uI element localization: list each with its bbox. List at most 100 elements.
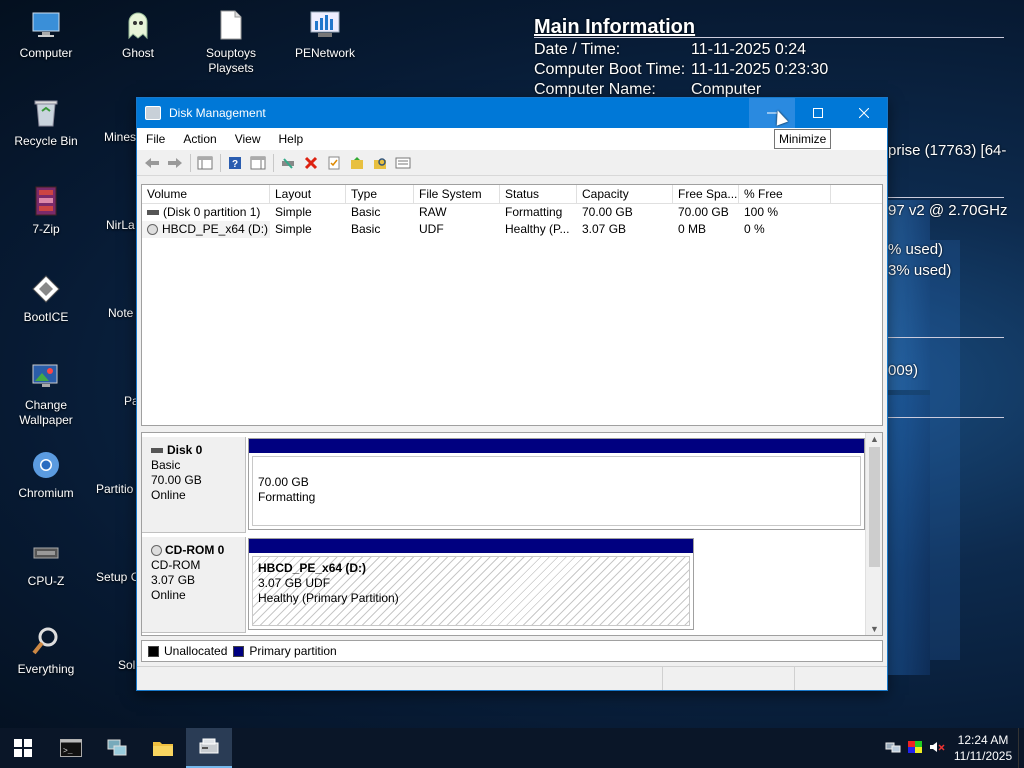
volume-muted-icon[interactable] [926,740,948,757]
bootice-icon [29,272,63,306]
column-header-layout[interactable]: Layout [270,185,346,203]
column-header-status[interactable]: Status [500,185,577,203]
scrollbar-thumb[interactable] [869,447,880,567]
desktop-icon-computer[interactable]: Computer [4,8,88,61]
show-desktop-button[interactable] [1018,728,1024,768]
list-view-icon[interactable] [392,152,414,174]
type-cell: Basic [351,222,381,236]
type-cell: Basic [351,205,381,219]
bginfo-fragment: prise (17763) [64- [888,142,1007,159]
explore-icon[interactable] [369,152,391,174]
disk-name-text: CD-ROM 0 [165,543,225,557]
desktop-icon-label: PENetwork [294,46,356,60]
wallpaper-icon [29,360,63,394]
layout-cell: Simple [275,222,312,236]
disk-management-window[interactable]: Disk Management File Action View Help ? [136,97,888,691]
close-button[interactable] [841,98,887,128]
desktop-icon-penetwork[interactable]: PENetwork [283,8,367,61]
disk-type: Basic [151,458,181,472]
disk-row[interactable]: Disk 0 Basic 70.00 GB Online 70.00 GB Fo… [142,437,866,533]
disk-graphical-view[interactable]: Disk 0 Basic 70.00 GB Online 70.00 GB Fo… [141,432,883,636]
properties-icon[interactable] [323,152,345,174]
scroll-up-icon[interactable]: ▲ [866,434,882,444]
7zip-icon [29,184,63,218]
taskbar-clock[interactable]: 12:24 AM 11/11/2025 [948,732,1018,764]
table-row[interactable]: (Disk 0 partition 1) Simple Basic RAW Fo… [142,204,882,221]
partition-block[interactable]: HBCD_PE_x64 (D:) 3.07 GB UDF Healthy (Pr… [248,538,694,630]
vertical-scrollbar[interactable]: ▲ ▼ [865,433,882,635]
column-header-capacity[interactable]: Capacity [577,185,673,203]
volume-list[interactable]: Volume Layout Type File System Status Ca… [141,184,883,426]
desktop-icon-label-partial[interactable]: Sol [118,658,135,672]
connect-disk-icon[interactable] [277,152,299,174]
free-space-cell: 0 MB [678,222,707,236]
toolbar-separator [220,153,221,172]
menu-view[interactable]: View [226,132,270,146]
column-header-type[interactable]: Type [346,185,414,203]
help-icon[interactable]: ? [224,152,246,174]
taskbar: >_ 12:24 AM 11/11/2025 [0,728,1024,768]
color-tray-icon[interactable] [904,740,926,757]
column-header-percent-free[interactable]: % Free [739,185,831,203]
column-header-free-space[interactable]: Free Spa... [673,185,739,203]
taskbar-file-explorer[interactable] [140,728,186,768]
menu-action[interactable]: Action [174,132,225,146]
disk-label[interactable]: CD-ROM 0 CD-ROM 3.07 GB Online [142,537,246,633]
taskbar-command-prompt[interactable]: >_ [48,728,94,768]
desktop-icon-label: BootICE [23,310,69,324]
desktop-icon-label-partial[interactable]: Mines [104,130,136,144]
desktop-icon-7zip[interactable]: 7-Zip [4,184,88,237]
legend: Unallocated Primary partition [141,640,883,662]
magnifier-icon [29,624,63,658]
disk-label[interactable]: Disk 0 Basic 70.00 GB Online [142,437,246,533]
disk-row[interactable]: CD-ROM 0 CD-ROM 3.07 GB Online HBCD_PE_x… [142,537,866,633]
menu-file[interactable]: File [137,132,174,146]
desktop-icon-change-wallpaper[interactable]: Change Wallpaper [4,360,88,428]
desktop-icon-label: Souptoys Playsets [205,46,257,75]
network-tray-icon[interactable] [882,740,904,757]
delete-icon[interactable] [300,152,322,174]
disk-size: 3.07 GB [151,573,196,587]
desktop-icon-label: Chromium [18,486,74,500]
table-row[interactable]: HBCD_PE_x64 (D:) Simple Basic UDF Health… [142,221,882,238]
desktop-icon-recycle-bin[interactable]: Recycle Bin [4,96,88,149]
console-tree-icon[interactable] [194,152,216,174]
network-computers-icon [107,739,127,756]
partition-type-bar [249,539,693,553]
open-folder-icon[interactable] [346,152,368,174]
desktop-icon-label: 7-Zip [32,222,60,236]
desktop-icon-label-partial[interactable]: Partitio [96,482,133,496]
desktop-icon-label-partial[interactable]: NirLa [106,218,135,232]
forward-icon[interactable] [164,152,186,174]
desktop-icon-bootice[interactable]: BootICE [4,272,88,325]
desktop-icon-chromium[interactable]: Chromium [4,448,88,501]
ghost-icon [121,8,155,42]
column-header-file-system[interactable]: File System [414,185,500,203]
scroll-down-icon[interactable]: ▼ [866,624,882,634]
status-pane [795,667,887,690]
status-pane [663,667,795,690]
start-button[interactable] [0,728,46,768]
column-header-volume[interactable]: Volume [142,185,270,203]
partition-title: HBCD_PE_x64 (D:) [258,561,367,575]
recycle-bin-icon [29,96,63,130]
desktop-icon-label-partial[interactable]: Setup C [96,570,139,584]
disk-state: Online [151,488,186,502]
desktop-icon-ghost[interactable]: Ghost [96,8,180,61]
maximize-button[interactable] [795,98,841,128]
bginfo-label: Computer Boot Time: [534,61,686,78]
back-icon[interactable] [141,152,163,174]
volume-cell: HBCD_PE_x64 (D:) [142,221,270,238]
window-title: Disk Management [169,106,266,120]
desktop-icon-label-partial[interactable]: Note [108,306,133,320]
desktop-icon-souptoys[interactable]: Souptoys Playsets [189,8,273,76]
bginfo-fragment: 97 v2 @ 2.70GHz [888,202,1008,219]
desktop-icon-label: Change Wallpaper [19,398,73,427]
taskbar-disk-management[interactable] [186,728,232,768]
menu-help[interactable]: Help [270,132,313,146]
partition-block[interactable]: 70.00 GB Formatting [248,438,865,530]
desktop-icon-everything[interactable]: Everything [4,624,88,677]
taskbar-network[interactable] [94,728,140,768]
desktop-icon-cpu-z[interactable]: CPU-Z [4,536,88,589]
show-hide-action-pane-icon[interactable] [247,152,269,174]
